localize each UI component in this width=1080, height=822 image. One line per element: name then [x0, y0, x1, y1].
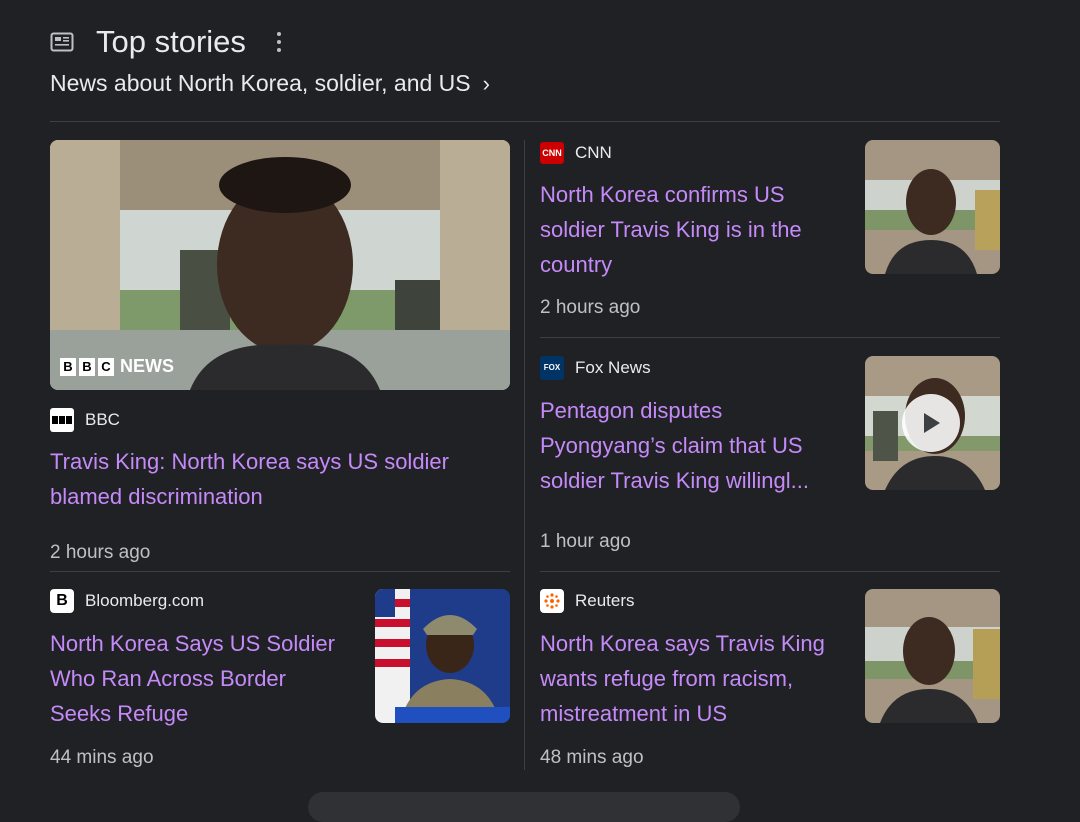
story-thumbnail [865, 589, 1000, 723]
section-title: Top stories [96, 24, 246, 59]
featured-story-card[interactable]: B B C NEWS BBC Travis King: North Korea … [50, 140, 510, 564]
source-row: CNN CNN [540, 142, 840, 164]
story-time: 2 hours ago [540, 297, 641, 318]
story-headline[interactable]: Pentagon disputes Pyongyang’s claim that… [540, 393, 840, 498]
story-thumbnail [865, 356, 1000, 490]
story-headline[interactable]: North Korea Says US Soldier Who Ran Acro… [50, 626, 350, 731]
story-time: 2 hours ago [50, 542, 151, 563]
news-about-link[interactable]: News about North Korea, soldier, and US … [50, 70, 1000, 97]
bloomberg-logo-icon: B [50, 589, 74, 613]
story-headline[interactable]: North Korea says Travis King wants refug… [540, 626, 840, 731]
story-thumbnail [865, 140, 1000, 274]
bbc-logo-icon [50, 408, 74, 432]
row-divider [50, 571, 510, 572]
story-time: 44 mins ago [50, 747, 154, 768]
reuters-logo-icon [540, 589, 564, 613]
story-headline[interactable]: Travis King: North Korea says US soldier… [50, 444, 510, 514]
source-name: CNN [575, 143, 612, 162]
story-thumbnail [375, 589, 510, 723]
newspaper-icon [50, 31, 76, 53]
story-card[interactable]: FOX Fox News Pentagon disputes Pyongyang… [540, 356, 1000, 556]
story-time: 1 hour ago [540, 531, 631, 552]
source-name: Reuters [575, 591, 635, 610]
top-stories-header: Top stories News about North Korea, sold… [50, 24, 1000, 97]
fox-news-logo-icon: FOX [540, 356, 564, 380]
header-divider [50, 121, 1000, 122]
story-card[interactable]: CNN CNN North Korea confirms US soldier … [540, 140, 1000, 330]
cnn-logo-icon: CNN [540, 142, 564, 164]
news-about-label: News about North Korea, soldier, and US [50, 70, 471, 96]
column-divider [524, 140, 525, 770]
story-headline[interactable]: North Korea confirms US soldier Travis K… [540, 177, 840, 282]
bbc-news-watermark: B B C NEWS [60, 356, 174, 377]
source-name: Bloomberg.com [85, 591, 205, 610]
source-row: B Bloomberg.com [50, 589, 350, 613]
title-row: Top stories [50, 24, 1000, 60]
row-divider [540, 571, 1000, 572]
story-time: 48 mins ago [540, 747, 644, 768]
source-row: FOX Fox News [540, 356, 840, 380]
source-name: BBC [85, 410, 120, 429]
row-divider [540, 337, 1000, 338]
source-row: BBC [50, 408, 510, 432]
more-options-icon[interactable] [272, 28, 286, 56]
story-card[interactable]: B Bloomberg.com North Korea Says US Sold… [50, 589, 510, 779]
play-button-icon[interactable] [902, 394, 960, 452]
source-row: Reuters [540, 589, 840, 613]
story-card[interactable]: Reuters North Korea says Travis King wan… [540, 589, 1000, 779]
bottom-more-button[interactable] [308, 792, 740, 822]
source-name: Fox News [575, 358, 651, 377]
chevron-right-icon: › [482, 70, 490, 96]
story-thumbnail: B B C NEWS [50, 140, 510, 390]
